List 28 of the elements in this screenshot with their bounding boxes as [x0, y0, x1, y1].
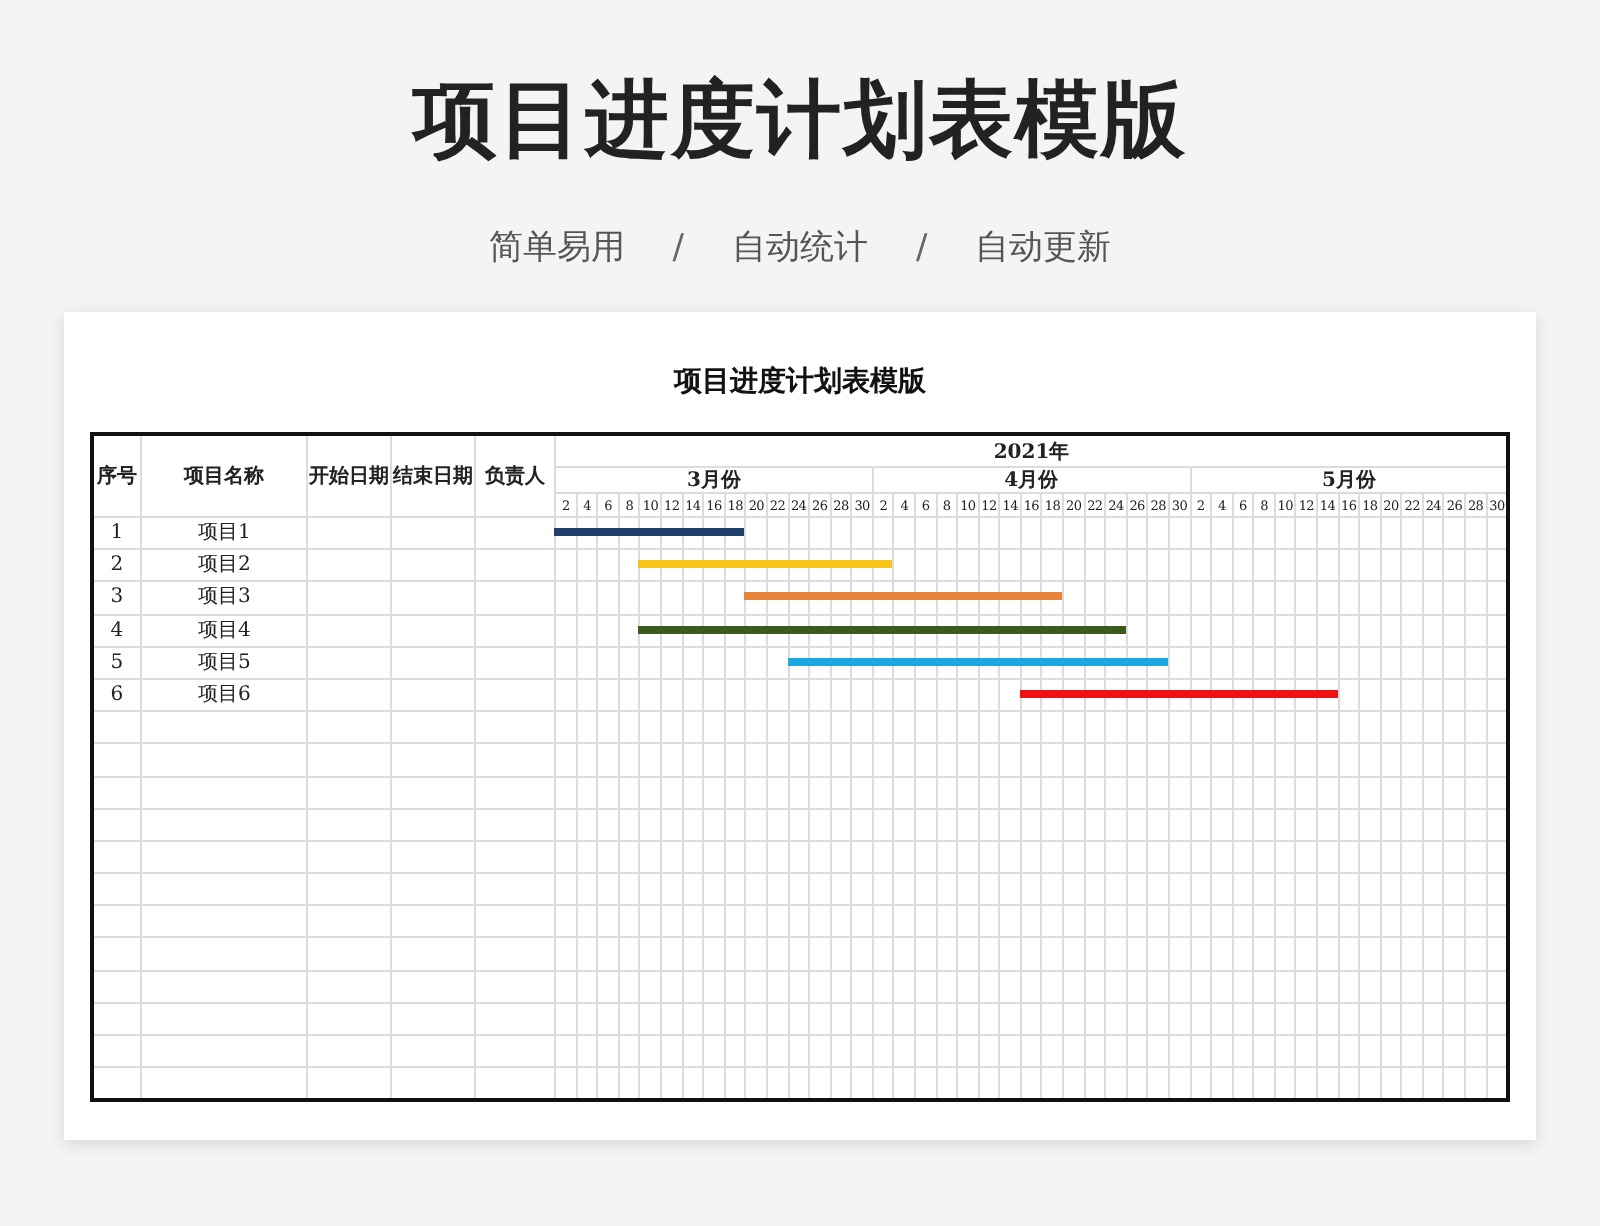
row-number: 3 [110, 586, 124, 609]
row-number: 4 [110, 619, 124, 642]
project-name: 项目4 [197, 619, 251, 642]
project-name: 项目6 [197, 684, 251, 707]
month-header: 4月份 [1004, 469, 1059, 491]
column-header: 序号 [96, 466, 137, 488]
sheet-title: 项目进度计划表模版 [674, 364, 926, 400]
month-header: 5月份 [1321, 469, 1376, 491]
feature-tag: 简单易用 [488, 224, 625, 272]
column-header: 结束日期 [393, 466, 474, 488]
page-title: 项目进度计划表模版 [413, 68, 1187, 172]
feature-tag: 自动更新 [975, 224, 1112, 272]
column-header: 开始日期 [309, 466, 390, 488]
row-number: 5 [110, 651, 124, 674]
column-header: 项目名称 [184, 466, 265, 488]
project-name: 项目2 [197, 554, 251, 577]
month-header: 3月份 [687, 469, 741, 491]
project-name: 项目1 [197, 522, 251, 545]
row-number: 6 [110, 684, 124, 707]
column-header: 负责人 [485, 466, 546, 488]
row-number: 2 [110, 554, 124, 577]
separator-slash: / [670, 226, 686, 272]
separator-slash: / [914, 226, 930, 272]
project-name: 项目5 [197, 651, 251, 674]
row-number: 1 [110, 522, 124, 545]
feature-tag: 自动统计 [732, 224, 868, 272]
project-name: 项目3 [197, 586, 251, 609]
year-header: 2021年 [993, 441, 1070, 463]
